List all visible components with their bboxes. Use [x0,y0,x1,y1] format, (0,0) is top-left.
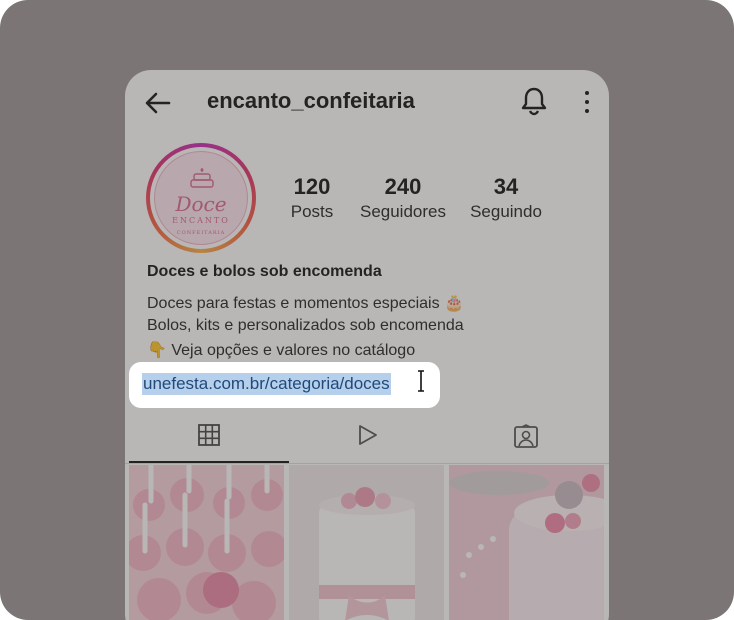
stat-following[interactable]: 34 Seguindo [465,174,547,224]
bell-icon[interactable] [520,86,548,116]
rose-cake-image [289,465,444,620]
screen: encanto_confeitaria Doce ENCANTO CONFEIT… [0,0,734,620]
tagged-person-icon [514,424,538,448]
grid-icon [198,424,220,446]
post-thumbnail-rose-cake[interactable] [289,465,444,620]
bio-line: Bolos, kits e personalizados sob encomen… [147,317,464,334]
tab-posts-grid[interactable] [129,413,289,463]
reels-play-icon [359,425,377,445]
post-thumbnail-macaron-cake[interactable] [449,465,604,620]
top-bar: encanto_confeitaria [125,70,609,134]
post-thumbnail-cake-pops[interactable] [129,465,284,620]
cake-icon [190,168,214,188]
text-cursor-icon [418,370,424,392]
avatar[interactable]: Doce ENCANTO CONFEITARIA [146,143,256,253]
profile-tabs [125,413,609,464]
macaron-cake-image [449,465,604,620]
profile-username: encanto_confeitaria [207,88,415,113]
bio-line: 👇 Veja opções e valores no catálogo [147,342,416,359]
stat-posts[interactable]: 120 Posts [287,174,337,224]
more-vertical-icon[interactable] [583,90,591,114]
bio-link[interactable]: unefesta.com.br/categoria/doces [142,373,391,395]
bio-line: Doces para festas e momentos especiais 🎂 [147,295,464,312]
tab-tagged[interactable] [445,413,605,461]
stat-followers[interactable]: 240 Seguidores [355,174,451,224]
bio-title: Doces e bolos sob encomenda [147,263,382,280]
profile-card: encanto_confeitaria Doce ENCANTO CONFEIT… [125,70,609,620]
tab-reels[interactable] [287,413,447,461]
cake-pops-image [129,465,284,620]
bio-link-highlight: unefesta.com.br/categoria/doces [129,362,440,408]
arrow-left-icon[interactable] [143,88,173,118]
posts-grid [129,465,605,620]
brand-logo: Doce ENCANTO CONFEITARIA [154,151,248,245]
